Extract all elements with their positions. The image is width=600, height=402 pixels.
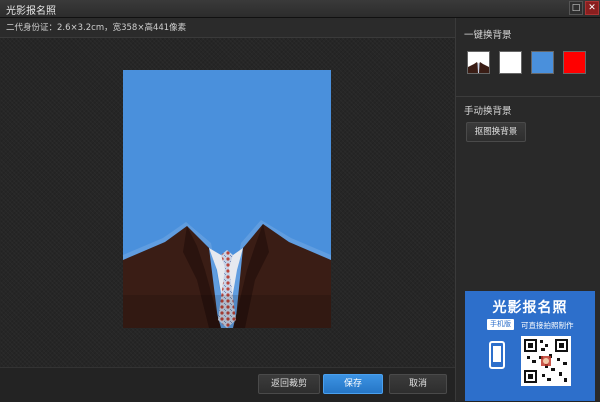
cancel-button[interactable]: 取消 [389, 374, 447, 394]
maximize-icon[interactable]: □ [569, 1, 583, 15]
panel-divider [456, 96, 600, 97]
id-photo-preview [123, 70, 331, 328]
bottom-action-bar: 返回裁剪 保存 取消 [0, 367, 455, 402]
swatch-blue[interactable] [531, 51, 554, 74]
save-button[interactable]: 保存 [323, 374, 383, 394]
mobile-version-tag: 手机版 [487, 319, 514, 330]
swatch-white[interactable] [499, 51, 522, 74]
close-icon[interactable]: ✕ [585, 1, 599, 15]
back-to-crop-button[interactable]: 返回裁剪 [258, 374, 320, 394]
suit-thumbnail-icon [468, 62, 489, 73]
ad-subtitle: 可直接拍照制作 [521, 321, 574, 330]
suit-template-graphic [123, 220, 331, 328]
background-side-panel: 一键换背景 手动换背景 抠图换背景 光影报名照 手机版 可直接拍照制作 [456, 18, 600, 401]
mobile-app-ad[interactable]: 光影报名照 手机版 可直接拍照制作 [465, 291, 595, 401]
swatch-suit-preview[interactable] [467, 51, 490, 74]
title-bar: 光影报名照 □ ✕ [0, 0, 600, 18]
ad-title: 光影报名照 [492, 300, 568, 316]
one-click-background-label: 一键换背景 [464, 30, 512, 41]
photo-spec-text: 二代身份证：2.6×3.2cm，宽358×高441像素 [6, 23, 187, 33]
manual-background-label: 手动换背景 [464, 106, 512, 117]
swatch-red[interactable] [563, 51, 586, 74]
cutout-background-button[interactable]: 抠图换背景 [466, 122, 526, 142]
photo-canvas-area: 二代身份证：2.6×3.2cm，宽358×高441像素 返回裁剪 保存 取消 [0, 18, 456, 402]
qr-code-icon [521, 336, 571, 386]
info-bar: 二代身份证：2.6×3.2cm，宽358×高441像素 [0, 18, 455, 38]
window-title: 光影报名照 [6, 6, 56, 17]
phone-icon [489, 341, 505, 369]
